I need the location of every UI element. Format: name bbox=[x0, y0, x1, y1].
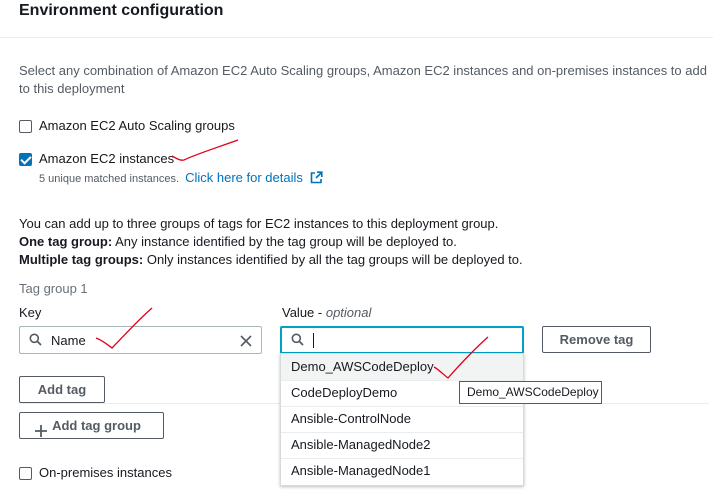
tag-groups-info: You can add up to three groups of tags f… bbox=[19, 215, 523, 269]
search-icon bbox=[291, 333, 304, 351]
details-link[interactable]: Click here for details bbox=[185, 170, 303, 185]
header-divider bbox=[0, 37, 713, 38]
multi-group-text: Only instances identified by all the tag… bbox=[143, 252, 523, 267]
suggestion-tooltip: Demo_AWSCodeDeploy bbox=[459, 381, 602, 404]
suggestion-item[interactable]: Ansible-ManagedNode2 bbox=[281, 432, 523, 459]
tag-info-multiple-groups: Multiple tag groups: Only instances iden… bbox=[19, 251, 523, 269]
checkmark-annotation-icon bbox=[433, 336, 489, 379]
matched-instances: 5 unique matched instances. Click here f… bbox=[39, 170, 323, 187]
autoscaling-label: Amazon EC2 Auto Scaling groups bbox=[39, 118, 235, 133]
text-cursor bbox=[313, 333, 314, 348]
plus-icon bbox=[35, 420, 47, 445]
value-label: Value - optional bbox=[282, 305, 371, 320]
ec2-label: Amazon EC2 instances bbox=[39, 151, 175, 166]
checkmark-annotation-icon bbox=[171, 139, 239, 161]
remove-tag-button[interactable]: Remove tag bbox=[542, 326, 651, 353]
suggestion-item[interactable]: Ansible-ManagedNode1 bbox=[281, 458, 523, 485]
onprem-checkbox[interactable] bbox=[19, 467, 32, 480]
environment-description: Select any combination of Amazon EC2 Aut… bbox=[19, 63, 707, 96]
tag-info-line1: You can add up to three groups of tags f… bbox=[19, 216, 499, 231]
clear-icon[interactable] bbox=[240, 334, 252, 352]
section-title: Environment configuration bbox=[19, 2, 224, 19]
checkmark-annotation-icon bbox=[95, 307, 153, 349]
multi-group-bold: Multiple tag groups: bbox=[19, 252, 144, 267]
onprem-label: On-premises instances bbox=[39, 465, 172, 480]
key-label: Key bbox=[19, 305, 42, 320]
key-value: Name bbox=[51, 333, 86, 348]
search-icon bbox=[29, 333, 42, 351]
autoscaling-checkbox[interactable] bbox=[19, 120, 32, 133]
ec2-checkbox[interactable] bbox=[19, 153, 32, 166]
one-group-text: Any instance identified by the tag group… bbox=[112, 234, 457, 249]
add-tag-group-label: Add tag group bbox=[52, 418, 141, 433]
one-group-bold: One tag group: bbox=[19, 234, 113, 249]
tag-info-one-group: One tag group: Any instance identified b… bbox=[19, 233, 523, 251]
value-label-optional: optional bbox=[325, 305, 372, 320]
add-tag-button[interactable]: Add tag bbox=[19, 376, 105, 403]
suggestion-item[interactable]: Ansible-ControlNode bbox=[281, 406, 523, 433]
external-link-icon[interactable] bbox=[310, 171, 323, 187]
tag-group-title: Tag group 1 bbox=[19, 281, 88, 296]
add-tag-group-button[interactable]: Add tag group bbox=[19, 412, 164, 439]
value-label-text: Value - bbox=[282, 305, 326, 320]
matched-count: 5 unique matched instances. bbox=[39, 173, 180, 185]
